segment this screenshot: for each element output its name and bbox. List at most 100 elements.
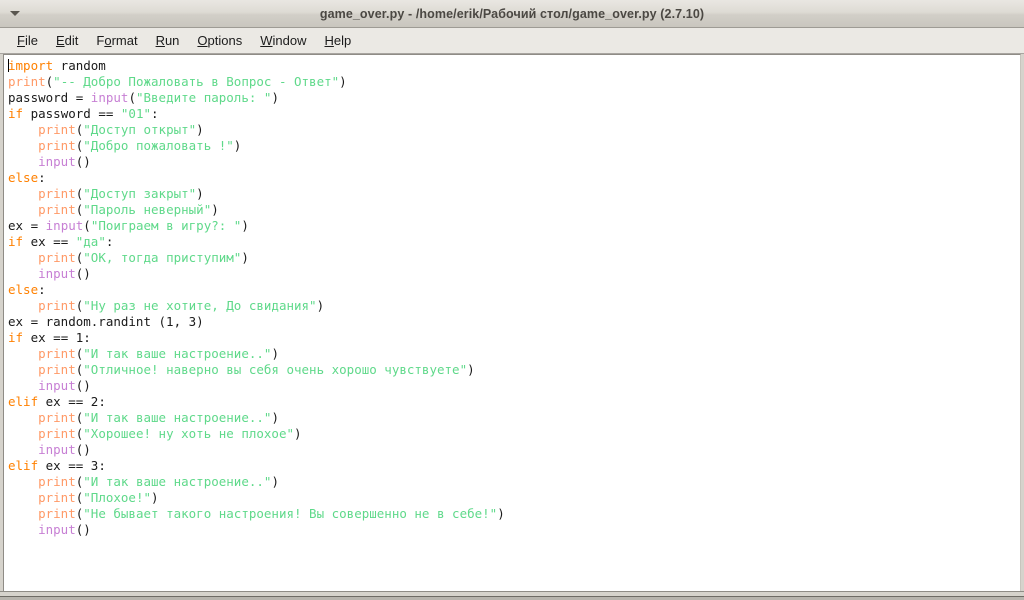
idle-editor-window: game_over.py - /home/erik/Рабочий стол/g… (0, 0, 1024, 600)
code-line[interactable]: input() (8, 442, 1020, 458)
code-token-pl: ) (151, 490, 159, 505)
code-token-pl: : (151, 106, 159, 121)
code-token-pl: password = (8, 90, 91, 105)
window-menu-button[interactable] (2, 1, 28, 27)
code-token-pl: ) (271, 410, 279, 425)
code-line[interactable]: print("ОК, тогда приступим") (8, 250, 1020, 266)
code-line[interactable]: ex = input("Поиграем в игру?: ") (8, 218, 1020, 234)
code-token-pl: () (75, 522, 91, 537)
code-line[interactable]: else: (8, 282, 1020, 298)
menu-label-rest: ptions (207, 33, 243, 48)
code-token-str: "И так ваше настроение.." (83, 474, 272, 489)
code-token-bi: print (38, 138, 76, 153)
code-token-pl: ) (211, 202, 219, 217)
code-token-pl: ) (339, 74, 347, 89)
code-token-fn: input (90, 90, 129, 105)
code-line[interactable]: print("Не бывает такого настроения! Вы с… (8, 506, 1020, 522)
menu-label-rest: un (164, 33, 180, 48)
code-token-pl: ) (196, 186, 204, 201)
code-token-str: "Хорошее! ну хоть не плохое" (83, 426, 294, 441)
code-token-pl: ) (271, 346, 279, 361)
menu-label-rest: ile (24, 33, 38, 48)
menu-item-format[interactable]: Format (87, 31, 146, 50)
code-token-bi: print (38, 186, 76, 201)
code-token-fn: input (45, 218, 84, 233)
code-line[interactable]: import random (8, 58, 1020, 74)
code-token-pl: () (75, 266, 91, 281)
code-token-pl: ) (196, 122, 204, 137)
code-line[interactable]: if password == "01": (8, 106, 1020, 122)
code-token-fn: input (38, 154, 76, 169)
code-line[interactable]: input() (8, 378, 1020, 394)
code-line[interactable]: if ex == 1: (8, 330, 1020, 346)
code-token-pl: () (75, 378, 91, 393)
code-token-bi: print (38, 122, 76, 137)
code-token-pl: () (75, 442, 91, 457)
code-line[interactable]: print("И так ваше настроение..") (8, 346, 1020, 362)
menu-label-rest: indow (272, 33, 307, 48)
code-token-pl: () (75, 154, 91, 169)
code-line[interactable]: print("И так ваше настроение..") (8, 474, 1020, 490)
code-token-pl: ) (233, 138, 242, 153)
menu-mnemonic: R (155, 33, 165, 48)
code-line[interactable]: if ex == "да": (8, 234, 1020, 250)
code-line[interactable]: elif ex == 2: (8, 394, 1020, 410)
code-token-str: "01" (120, 106, 152, 121)
code-line[interactable]: elif ex == 3: (8, 458, 1020, 474)
code-line[interactable]: print("Ну раз не хотите, До свидания") (8, 298, 1020, 314)
code-token-pl: : (38, 170, 46, 185)
code-token-str: "ОК, тогда приступим" (83, 250, 242, 265)
code-token-bi: print (38, 490, 76, 505)
code-token-bi: print (38, 202, 76, 217)
code-line[interactable]: print("Добро пожаловать !") (8, 138, 1020, 154)
source-code[interactable]: import random print("-- Добро Пожаловать … (4, 55, 1020, 538)
menu-item-help[interactable]: Help (316, 31, 361, 50)
code-line[interactable]: print("Отличное! наверно вы себя очень х… (8, 362, 1020, 378)
code-line[interactable]: password = input("Введите пароль: ") (8, 90, 1020, 106)
menu-item-run[interactable]: Run (147, 31, 189, 50)
code-token-bi: print (38, 474, 76, 489)
code-line[interactable]: print("Доступ открыт") (8, 122, 1020, 138)
menu-item-file[interactable]: File (8, 31, 47, 50)
code-line[interactable]: input() (8, 522, 1020, 538)
code-token-kw: elif (8, 394, 39, 409)
code-line[interactable]: print("-- Добро Пожаловать в Вопрос - От… (8, 74, 1020, 90)
code-token-pl: ) (497, 506, 505, 521)
code-line[interactable]: else: (8, 170, 1020, 186)
code-token-pl: ) (294, 426, 302, 441)
code-token-fn: input (38, 266, 76, 281)
window-frame-edge (0, 596, 1024, 600)
code-line[interactable]: ex = random.randint (1, 3) (8, 314, 1020, 330)
editor-text-area[interactable]: import random print("-- Добро Пожаловать … (3, 54, 1021, 591)
menu-item-options[interactable]: Options (188, 31, 251, 50)
code-line[interactable]: print("Хорошее! ну хоть не плохое") (8, 426, 1020, 442)
code-line[interactable]: input() (8, 154, 1020, 170)
code-line[interactable]: print("Доступ закрыт") (8, 186, 1020, 202)
code-token-pl: ) (316, 298, 325, 313)
menu-item-edit[interactable]: Edit (47, 31, 87, 50)
menu-mnemonic: F (17, 33, 25, 48)
code-token-bi: print (38, 250, 76, 265)
code-token-str: "И так ваше настроение.." (83, 346, 272, 361)
code-line[interactable]: print("И так ваше настроение..") (8, 410, 1020, 426)
menu-item-window[interactable]: Window (251, 31, 315, 50)
menu-mnemonic: o (104, 33, 112, 48)
code-token-pl: ex = (8, 218, 46, 233)
code-token-str: "Доступ открыт" (83, 122, 197, 137)
code-line[interactable]: print("Пароль неверный") (8, 202, 1020, 218)
chevron-down-icon (10, 11, 20, 16)
code-line[interactable]: input() (8, 266, 1020, 282)
code-token-str: "И так ваше настроение.." (83, 410, 272, 425)
code-token-pl: ex == 1: (23, 330, 91, 345)
code-token-bi: print (38, 362, 76, 377)
code-line[interactable]: print("Плохое!") (8, 490, 1020, 506)
code-token-str: "Плохое!" (83, 490, 152, 505)
code-token-str: "Добро пожаловать !" (83, 138, 234, 153)
